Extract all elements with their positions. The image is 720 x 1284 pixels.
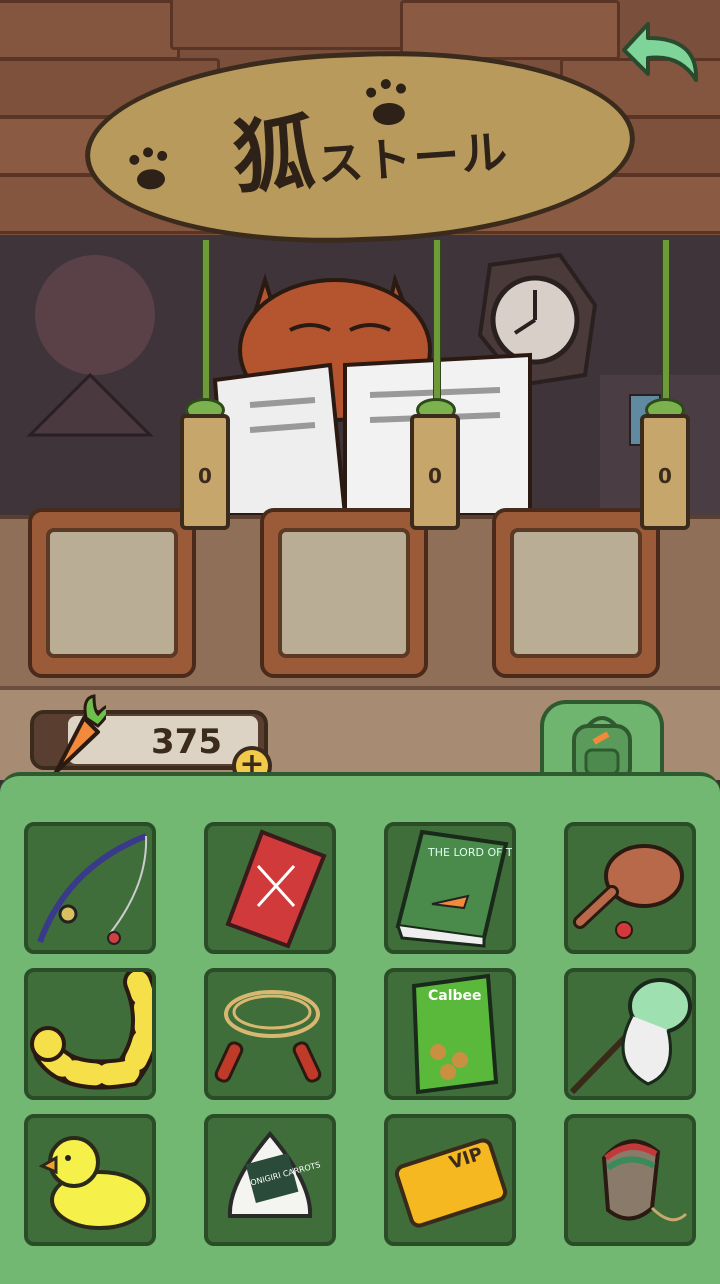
item-slot-fishing-rod[interactable] xyxy=(24,822,156,954)
paddle-icon xyxy=(573,844,684,939)
item-slot-hanafuda-cards[interactable] xyxy=(204,822,336,954)
swim-ring-icon xyxy=(30,967,161,1090)
display-basket-3[interactable] xyxy=(492,508,660,678)
display-basket-2[interactable] xyxy=(260,508,428,678)
item-slot-onigiri[interactable]: ONIGIRI CARROTS xyxy=(204,1114,336,1246)
book-title-text: THE LORD OF THE CARROTS xyxy=(427,846,512,859)
shop-back-wall xyxy=(0,235,720,517)
sign-kana: ストール xyxy=(315,124,511,192)
item-slot-spinning-top[interactable] xyxy=(564,1114,696,1246)
price-tag-3: 0 xyxy=(640,414,690,530)
shopkeeper-fox-scene xyxy=(26,252,720,517)
item-slot-rubber-duck[interactable] xyxy=(24,1114,156,1246)
item-slot-bug-net[interactable] xyxy=(564,968,696,1100)
item-slot-snack-bag[interactable]: Calbee xyxy=(384,968,516,1100)
bug-net-icon xyxy=(569,978,692,1095)
price-tag-1: 0 xyxy=(180,414,230,530)
item-slot-vip-card[interactable]: VIP xyxy=(384,1114,516,1246)
card-pack-icon xyxy=(225,829,327,949)
item-slot-paddle[interactable] xyxy=(564,822,696,954)
display-basket-1[interactable] xyxy=(28,508,196,678)
tag-rope-3 xyxy=(662,240,670,405)
snack-brand-text: Calbee xyxy=(428,988,482,1004)
back-arrow-icon xyxy=(622,22,699,82)
price-tag-2: 0 xyxy=(410,414,460,530)
carrot-icon xyxy=(54,694,106,774)
onigiri-icon: ONIGIRI CARROTS xyxy=(227,1130,321,1218)
rubber-duck-icon xyxy=(38,1136,150,1230)
carrot-amount: 375 xyxy=(151,722,222,762)
item-slot-jump-rope[interactable] xyxy=(204,968,336,1100)
book-icon: THE LORD OF THE CARROTS xyxy=(395,829,584,948)
item-slot-swim-ring[interactable] xyxy=(24,967,161,1100)
snack-bag-icon: Calbee xyxy=(411,973,499,1095)
jump-rope-icon xyxy=(214,990,322,1083)
fishing-rod-icon xyxy=(37,833,148,945)
sign-kanji: 狐 xyxy=(229,105,321,207)
back-button[interactable] xyxy=(618,14,708,84)
tag-rope-1 xyxy=(202,240,210,405)
tag-rope-2 xyxy=(433,240,441,405)
item-slot-book[interactable]: THE LORD OF THE CARROTS xyxy=(384,822,584,954)
spinning-top-icon xyxy=(601,1139,688,1222)
vip-card-icon: VIP xyxy=(394,1138,508,1228)
